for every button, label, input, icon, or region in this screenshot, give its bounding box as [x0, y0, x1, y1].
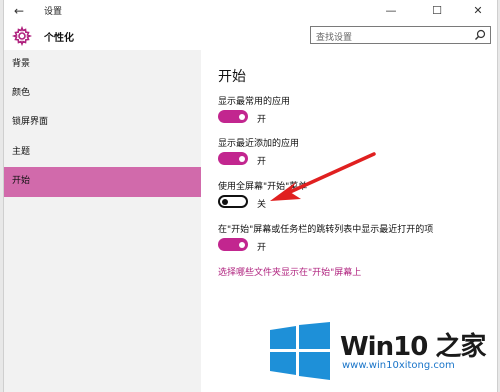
sidebar-item-start[interactable]: 开始: [4, 167, 201, 197]
gear-icon: [12, 26, 32, 46]
search-icon[interactable]: [474, 29, 486, 41]
setting-label-recently-added: 显示最近添加的应用: [218, 139, 300, 149]
sidebar-item-colors[interactable]: 颜色: [4, 79, 201, 108]
toggle-knob: [239, 155, 245, 162]
toggle-knob: [222, 198, 228, 205]
sidebar-item-background[interactable]: 背景: [4, 50, 201, 79]
watermark-logo: Win10 之家 www.win10xitong.com: [270, 316, 495, 386]
toggle-full-screen-start[interactable]: [218, 195, 248, 208]
toggle-state-most-used: 开: [257, 115, 267, 125]
sidebar-item-themes[interactable]: 主题: [4, 138, 201, 167]
toggle-state-recently-added: 开: [257, 157, 267, 167]
toggle-recently-added[interactable]: [218, 152, 248, 165]
window-title: 设置: [44, 7, 63, 17]
setting-label-recent-items: 在"开始"屏幕或任务栏的跳转列表中显示最近打开的项: [218, 225, 434, 235]
toggle-knob: [239, 113, 245, 120]
title-bar: ← 设置 — ☐ ✕: [4, 0, 497, 22]
toggle-recent-items[interactable]: [218, 238, 248, 251]
setting-label-full-screen-start: 使用全屏幕"开始"菜单: [218, 182, 308, 192]
back-arrow-icon[interactable]: ←: [10, 2, 28, 20]
setting-label-most-used: 显示最常用的应用: [218, 97, 291, 107]
minimize-button[interactable]: —: [376, 0, 406, 22]
maximize-button[interactable]: ☐: [422, 0, 452, 22]
page-title: 个性化: [44, 33, 74, 44]
search-input[interactable]: 查找设置: [310, 26, 491, 44]
close-button[interactable]: ✕: [463, 0, 493, 22]
page-header: 个性化 查找设置: [4, 22, 497, 50]
windows-logo-icon: [270, 322, 330, 380]
toggle-most-used[interactable]: [218, 110, 248, 123]
sidebar-item-lock-screen[interactable]: 锁屏界面: [4, 108, 201, 137]
toggle-state-recent-items: 开: [257, 243, 267, 253]
choose-folders-link[interactable]: 选择哪些文件夹显示在"开始"屏幕上: [218, 265, 361, 278]
toggle-knob: [239, 241, 245, 248]
search-placeholder: 查找设置: [316, 33, 353, 43]
watermark-url: www.win10xitong.com: [342, 360, 455, 371]
toggle-state-full-screen-start: 关: [257, 200, 267, 210]
sidebar: 背景 颜色 锁屏界面 主题 开始: [4, 50, 201, 392]
watermark-text: Win10 之家: [340, 332, 486, 362]
section-heading: 开始: [218, 69, 246, 85]
